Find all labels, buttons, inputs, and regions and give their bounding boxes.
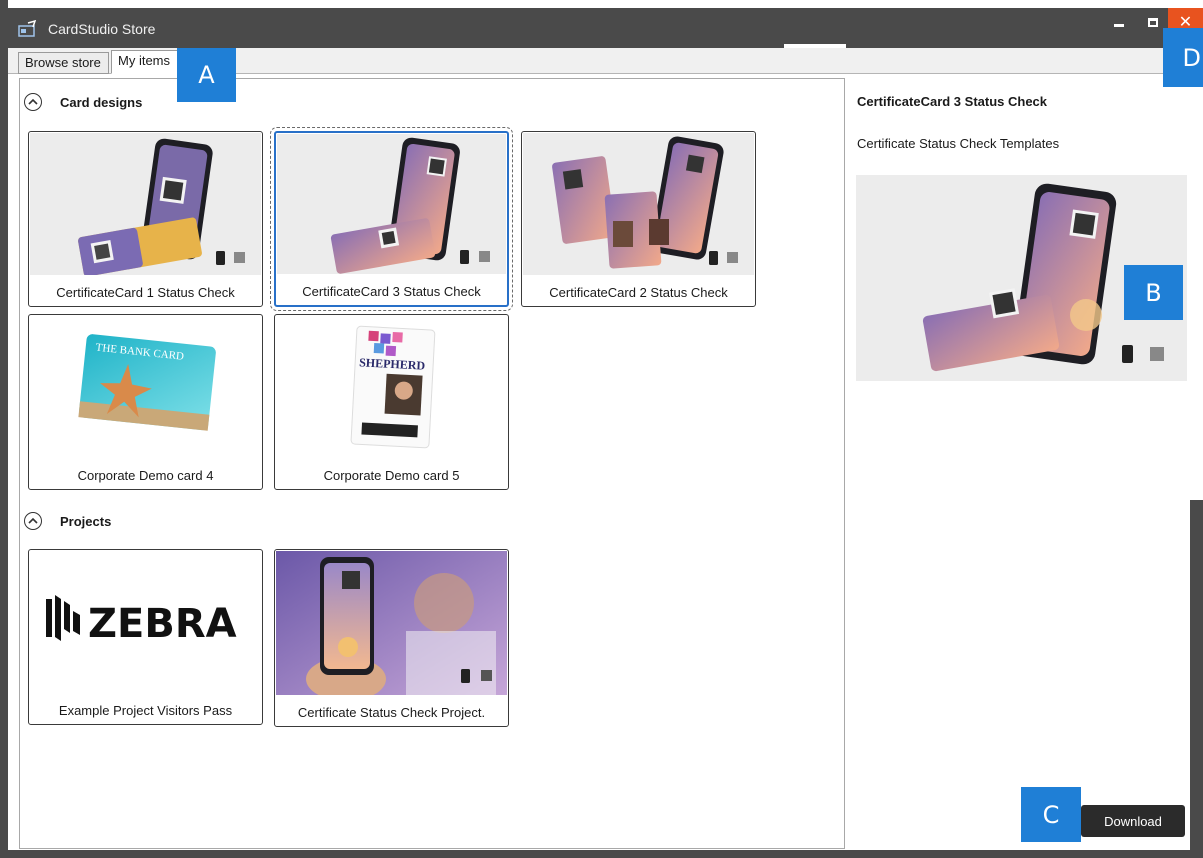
card-label: CertificateCard 3 Status Check xyxy=(302,284,481,299)
collapse-projects-button[interactable] xyxy=(24,512,42,530)
card-design-item[interactable]: THE BANK CARD Corporate Demo card 4 xyxy=(28,314,263,490)
card-design-item[interactable]: CertificateCard 1 Status Check xyxy=(28,131,263,307)
project-label: Example Project Visitors Pass xyxy=(58,703,233,718)
callout-a: A xyxy=(177,48,236,102)
card-thumbnail xyxy=(30,133,261,275)
minimize-icon xyxy=(1114,23,1124,27)
card-design-item[interactable]: CertificateCard 2 Status Check xyxy=(521,131,756,307)
project-label: Certificate Status Check Project. xyxy=(297,705,486,720)
phone-icon xyxy=(709,251,718,265)
card-label: Corporate Demo card 4 xyxy=(77,468,214,483)
project-thumbnail xyxy=(276,551,507,695)
qr-code-icon xyxy=(479,251,490,262)
phone-icon xyxy=(216,251,225,265)
title-bar[interactable]: CardStudio Store ✕ xyxy=(8,8,1203,50)
card-thumbnail: THE BANK CARD xyxy=(30,316,261,458)
card-design-item[interactable]: SHEPHERD Corporate Demo card 5 xyxy=(274,314,509,490)
card-thumbnail xyxy=(523,133,754,275)
card-label: CertificateCard 2 Status Check xyxy=(549,285,728,300)
qr-code-icon xyxy=(481,670,492,681)
collapse-up-icon xyxy=(28,98,38,105)
section-projects-header: Projects xyxy=(24,512,111,530)
maximize-icon xyxy=(1148,17,1158,27)
download-button[interactable]: Download xyxy=(1081,805,1185,837)
items-panel: Card designs CertificateCard 1 Status Ch… xyxy=(19,78,845,849)
project-item[interactable]: Certificate Status Check Project. xyxy=(274,549,509,727)
svg-text:ZEBRA: ZEBRA xyxy=(88,601,237,647)
phone-icon xyxy=(460,250,469,264)
qr-code-icon xyxy=(727,252,738,263)
phone-icon xyxy=(461,669,470,683)
card-label: Corporate Demo card 5 xyxy=(323,468,460,483)
card-thumbnail: SHEPHERD xyxy=(276,316,507,458)
window-frame-right xyxy=(1190,500,1203,858)
card-label: CertificateCard 1 Status Check xyxy=(56,285,235,300)
minimize-button[interactable] xyxy=(1102,8,1136,36)
project-thumbnail: ZEBRA xyxy=(30,551,261,693)
project-item[interactable]: ZEBRA Example Project Visitors Pass xyxy=(28,549,263,725)
collapse-card-designs-button[interactable] xyxy=(24,93,42,111)
section-card-designs-header: Card designs xyxy=(24,93,142,111)
card-thumbnail xyxy=(277,134,506,276)
detail-title: CertificateCard 3 Status Check xyxy=(857,94,1048,109)
window-title: CardStudio Store xyxy=(48,21,156,37)
qr-code-icon xyxy=(234,252,245,263)
tab-my-items[interactable]: My items xyxy=(111,50,183,74)
detail-panel: CertificateCard 3 Status Check Certifica… xyxy=(846,78,1190,849)
section-title-card-designs: Card designs xyxy=(60,94,143,110)
detail-description: Certificate Status Check Templates xyxy=(857,136,1060,151)
qr-code-icon xyxy=(1150,347,1164,361)
tab-browse-store[interactable]: Browse store xyxy=(18,52,109,74)
section-title-projects: Projects xyxy=(60,513,112,529)
callout-d: D xyxy=(1163,28,1203,87)
app-icon xyxy=(18,19,38,38)
card-design-item-selected[interactable]: CertificateCard 3 Status Check xyxy=(270,127,513,311)
window-frame-left xyxy=(0,0,8,858)
callout-b: B xyxy=(1124,265,1183,320)
callout-c: C xyxy=(1021,787,1081,842)
window-frame-bottom xyxy=(0,850,1203,858)
phone-icon xyxy=(1122,345,1133,363)
collapse-up-icon xyxy=(28,517,38,524)
